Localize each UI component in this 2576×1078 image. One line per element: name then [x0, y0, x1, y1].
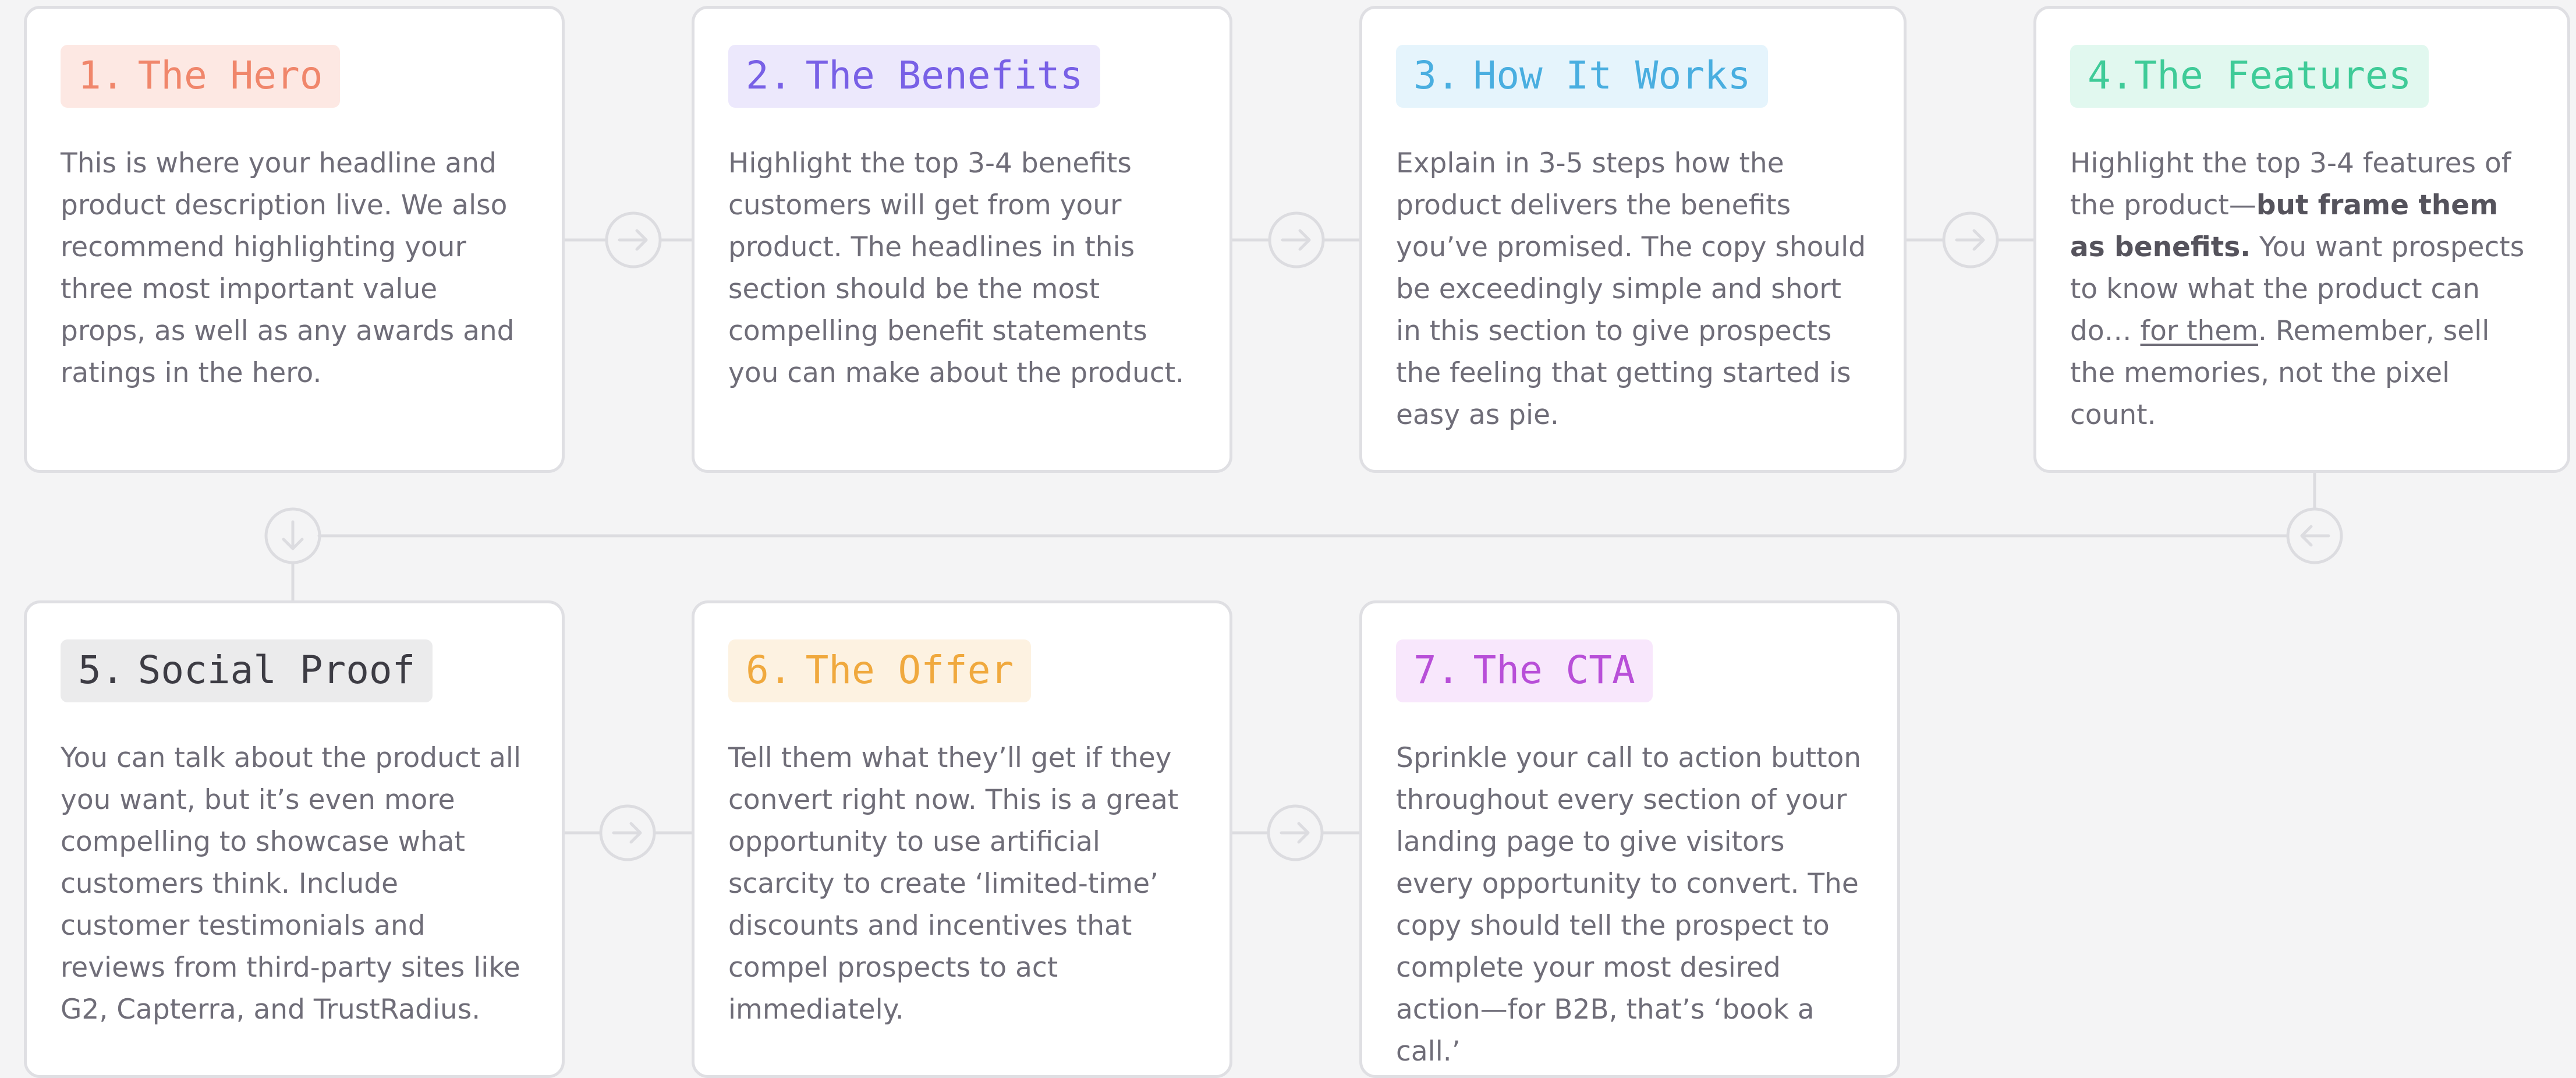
step-number: 2. [746, 53, 792, 98]
step-title: How It Works [1473, 53, 1751, 98]
step-card-offer: 6. The Offer Tell them what they’ll get i… [692, 600, 1232, 1078]
step-description: Highlight the top 3-4 features of the pr… [2070, 147, 2525, 431]
step-description: You can talk about the product all you w… [61, 742, 522, 1026]
step-card-features: 4.The Features Highlight the top 3-4 fea… [2033, 6, 2570, 473]
step-number: 1. [78, 53, 125, 98]
step-description: Sprinkle your call to action button thro… [1396, 742, 1862, 1068]
step-title: The CTA [1473, 648, 1635, 692]
step-description: Explain in 3-5 steps how the product del… [1396, 147, 1866, 431]
landing-page-flow-diagram: 1. The Hero This is where your headline a… [0, 0, 2576, 1078]
step-description: Tell them what they’ll get if they conve… [728, 742, 1179, 1026]
step-title: Social Proof [137, 648, 416, 692]
underlined-text: for them [2140, 315, 2259, 347]
step-title-badge: 5. Social Proof [61, 639, 433, 702]
step-card-how-it-works: 3. How It Works Explain in 3-5 steps how … [1359, 6, 1907, 473]
step-card-social-proof: 5. Social Proof You can talk about the pr… [24, 600, 565, 1078]
step-card-cta: 7. The CTA Sprinkle your call to action b… [1359, 600, 1900, 1078]
step-title: The Offer [805, 648, 1014, 692]
arrow-right-icon [599, 804, 656, 861]
step-number: 4. [2088, 53, 2134, 98]
step-number: 5. [78, 648, 125, 692]
arrow-right-icon [1942, 211, 1999, 268]
step-title-badge: 4.The Features [2070, 45, 2429, 108]
arrow-right-icon [1267, 804, 1324, 861]
step-description: This is where your headline and product … [61, 147, 515, 389]
arrow-left-icon [2286, 507, 2343, 564]
step-title: The Features [2134, 53, 2412, 98]
step-title-badge: 6. The Offer [728, 639, 1032, 702]
step-card-hero: 1. The Hero This is where your headline a… [24, 6, 565, 473]
arrow-down-icon [264, 507, 321, 564]
step-number: 7. [1413, 648, 1460, 692]
arrow-right-icon [605, 211, 662, 268]
step-title-badge: 1. The Hero [61, 45, 341, 108]
step-title-badge: 7. The CTA [1396, 639, 1653, 702]
step-card-benefits: 2. The Benefits Highlight the top 3-4 ben… [692, 6, 1232, 473]
arrow-right-icon [1268, 211, 1325, 268]
step-title: The Benefits [805, 53, 1083, 98]
step-number: 6. [746, 648, 792, 692]
step-title-badge: 3. How It Works [1396, 45, 1769, 108]
step-number: 3. [1413, 53, 1460, 98]
step-title: The Hero [137, 53, 323, 98]
step-description: Highlight the top 3-4 benefits customers… [728, 147, 1184, 389]
step-title-badge: 2. The Benefits [728, 45, 1101, 108]
